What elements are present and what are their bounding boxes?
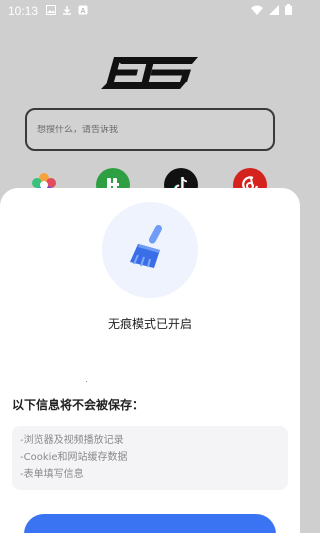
incognito-sheet: 无痕模式已开启 以下信息将不会被保存： -浏览器及视频播放记录 -Cookie和… — [0, 188, 300, 533]
status-bar: 10:13 A — [0, 0, 300, 22]
wifi-icon — [251, 4, 263, 18]
battery-icon — [285, 4, 292, 18]
broom-icon — [130, 224, 162, 268]
list-item: -Cookie和网站缓存数据 — [20, 452, 128, 463]
status-icons-left: A — [46, 4, 88, 18]
notification-icon: A — [78, 4, 88, 18]
es-logo — [100, 55, 200, 91]
sheet-title: 无痕模式已开启 — [107, 317, 192, 331]
section-heading: 以下信息将不会被保存： — [12, 398, 145, 412]
status-time: 10:13 — [8, 4, 39, 18]
download-icon — [62, 4, 72, 18]
image-icon — [46, 4, 57, 18]
confirm-button[interactable] — [24, 514, 276, 533]
status-icons-right — [251, 4, 292, 18]
info-box: -浏览器及视频播放记录 -Cookie和网站缓存数据 -表单填写信息 — [12, 426, 288, 490]
svg-text:A: A — [81, 7, 86, 15]
search-box[interactable] — [25, 108, 275, 151]
list-item: -表单填写信息 — [20, 469, 84, 480]
list-item: -浏览器及视频播放记录 — [20, 435, 124, 446]
signal-icon — [269, 4, 279, 18]
decorative-dot — [86, 381, 87, 382]
broom-icon-container — [102, 202, 198, 298]
search-input[interactable] — [37, 124, 273, 135]
